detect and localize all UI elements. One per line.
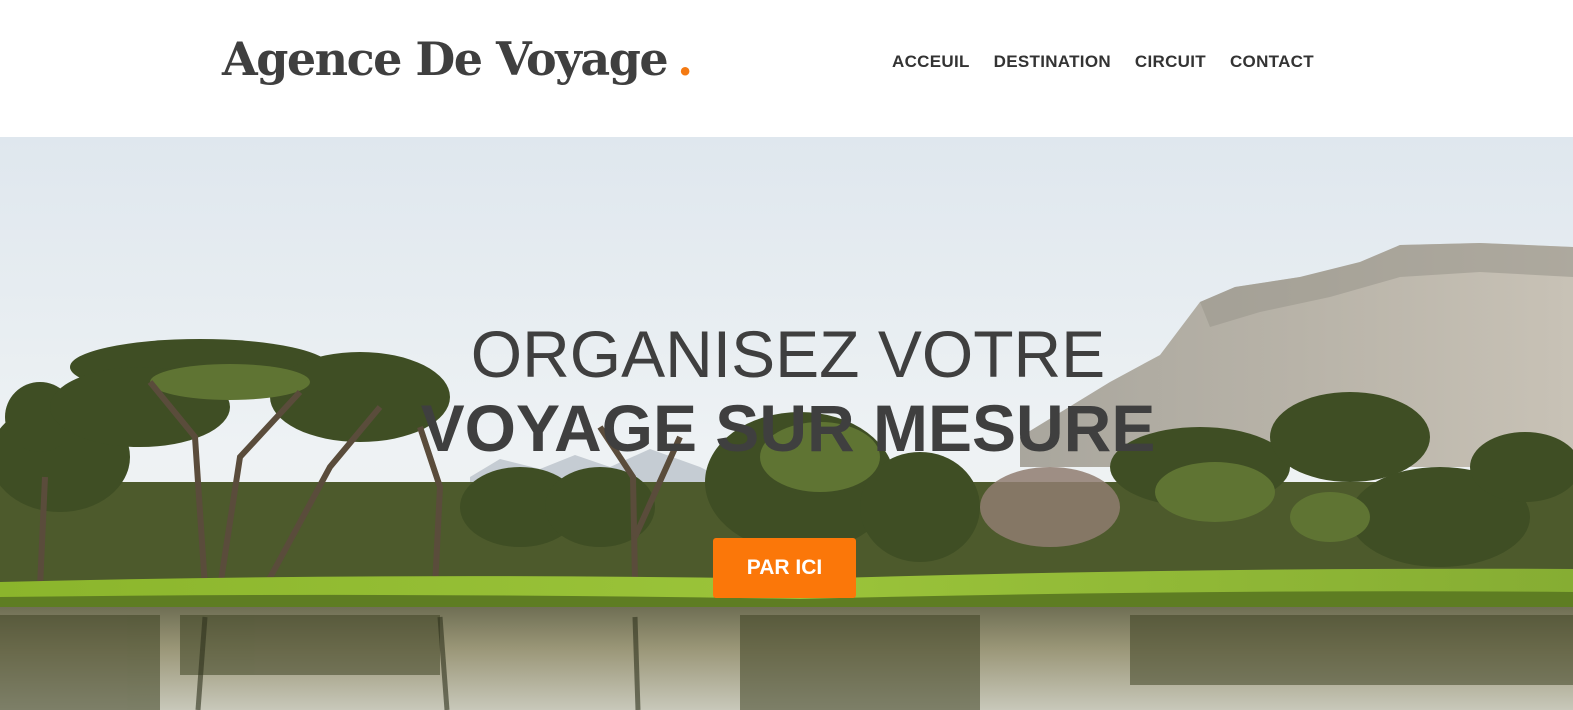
hero-title-line1: ORGANISEZ VOTRE [470, 317, 1106, 391]
site-logo[interactable]: Agence De Voyage. [222, 36, 693, 82]
nav-item-contact[interactable]: CONTACT [1230, 52, 1314, 72]
par-ici-button[interactable]: PAR ICI [713, 538, 856, 598]
main-nav: ACCEUIL DESTINATION CIRCUIT CONTACT [892, 52, 1314, 72]
logo-dot: . [677, 32, 693, 86]
hero-title-line2: VOYAGE SUR MESURE [420, 391, 1156, 465]
logo-text: Agence De Voyage [222, 32, 669, 86]
nav-item-circuit[interactable]: CIRCUIT [1135, 52, 1206, 72]
nav-item-acceuil[interactable]: ACCEUIL [892, 52, 970, 72]
hero-section: ORGANISEZ VOTRE VOYAGE SUR MESURE PAR IC… [0, 137, 1573, 710]
site-header: Agence De Voyage. ACCEUIL DESTINATION CI… [0, 0, 1573, 137]
nav-item-destination[interactable]: DESTINATION [994, 52, 1111, 72]
